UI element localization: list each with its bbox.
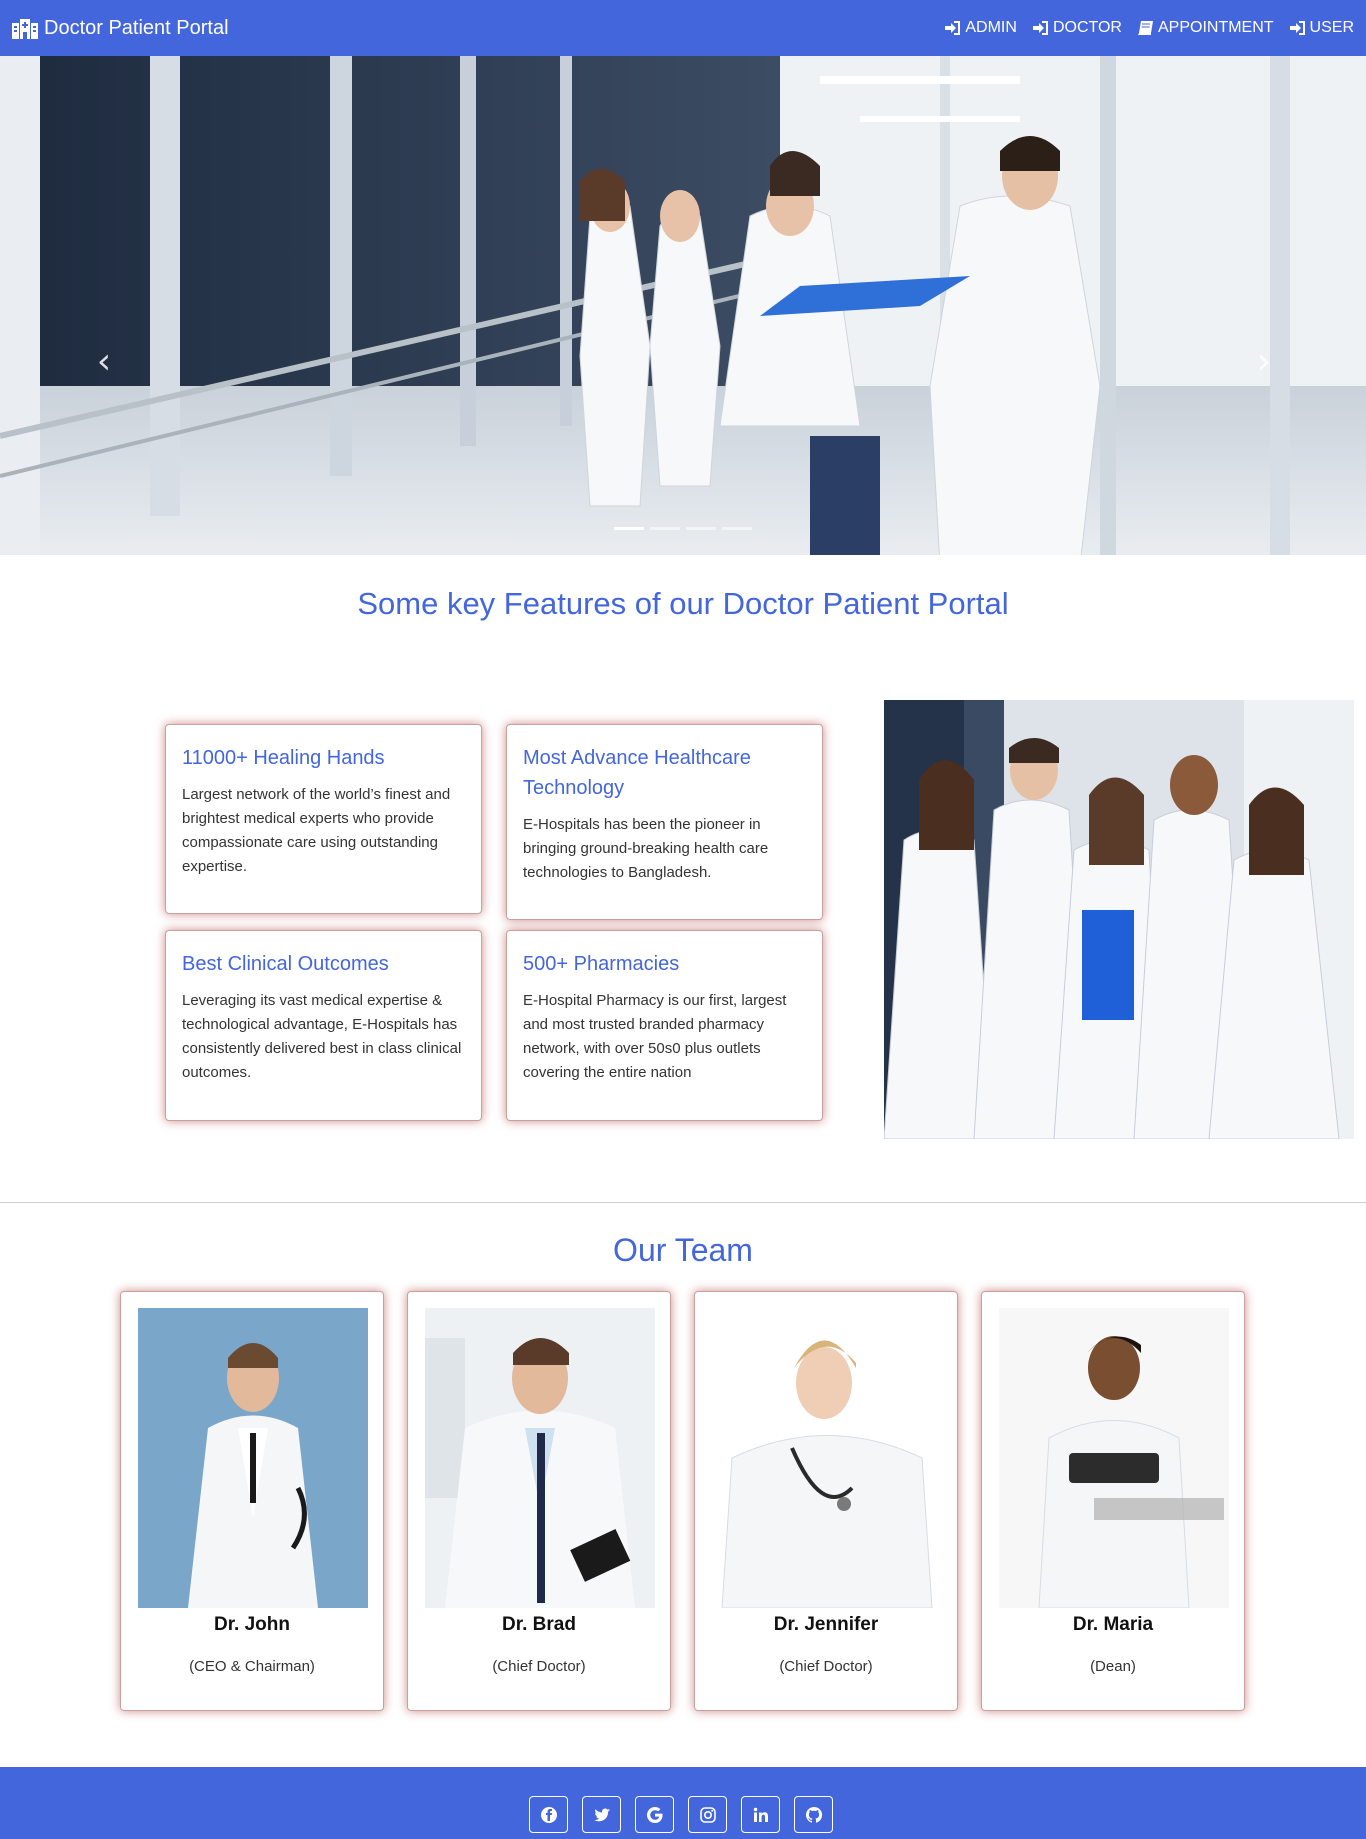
team-card: Dr. Jennifer (Chief Doctor) — [694, 1291, 958, 1711]
twitter-icon — [593, 1808, 610, 1821]
nav-user-link[interactable]: USER — [1289, 19, 1354, 37]
team-card: Dr. John (CEO & Chairman) — [120, 1291, 384, 1711]
carousel-indicators — [614, 527, 752, 530]
hero-photo — [0, 56, 1366, 555]
team-member-role: (CEO & Chairman) — [189, 1658, 315, 1675]
instagram-button[interactable] — [688, 1796, 727, 1833]
navbar: Doctor Patient Portal ADMIN DOCTOR APPOI… — [0, 0, 1366, 56]
book-icon — [1137, 21, 1153, 35]
social-links — [529, 1796, 833, 1833]
linkedin-button[interactable] — [741, 1796, 780, 1833]
github-icon — [805, 1806, 822, 1823]
github-button[interactable] — [794, 1796, 833, 1833]
feature-card: Most Advance Healthcare Technology E-Hos… — [506, 724, 823, 920]
feature-card-text: Largest network of the world’s finest an… — [182, 786, 451, 875]
linkedin-icon — [753, 1807, 768, 1822]
brand[interactable]: Doctor Patient Portal — [12, 17, 229, 40]
team-member-name: Dr. Jennifer — [773, 1614, 879, 1635]
feature-card: 11000+ Healing Hands Largest network of … — [165, 724, 482, 914]
carousel-indicator-4[interactable] — [722, 527, 752, 530]
google-icon — [646, 1806, 662, 1823]
features-title: Some key Features of our Doctor Patient … — [357, 586, 1009, 621]
nav-links: ADMIN DOCTOR APPOINTMENT USER — [945, 19, 1354, 37]
hero-carousel[interactable]: ‹ › — [0, 56, 1366, 555]
feature-card-text: E-Hospitals has been the pioneer in brin… — [523, 816, 769, 881]
carousel-indicator-2[interactable] — [650, 527, 680, 530]
twitter-button[interactable] — [582, 1796, 621, 1833]
feature-card: 500+ Pharmacies E-Hospital Pharmacy is o… — [506, 930, 823, 1121]
hospital-icon — [12, 19, 38, 39]
feature-card-title: Most Advance Healthcare Technology — [523, 747, 751, 799]
section-divider — [0, 1202, 1366, 1203]
feature-card-title: Best Clinical Outcomes — [182, 953, 389, 975]
nav-admin-label: ADMIN — [965, 19, 1017, 36]
carousel-indicator-3[interactable] — [686, 527, 716, 530]
doctor-photo — [712, 1308, 942, 1608]
feature-card: Best Clinical Outcomes Leveraging its va… — [165, 930, 482, 1121]
nav-user-label: USER — [1309, 19, 1354, 36]
team-member-name: Dr. Brad — [502, 1614, 576, 1635]
doctor-photo — [138, 1308, 368, 1608]
sign-in-icon — [1289, 21, 1305, 35]
facebook-button[interactable] — [529, 1796, 568, 1833]
google-button[interactable] — [635, 1796, 674, 1833]
doctor-photo — [425, 1308, 655, 1608]
nav-admin-link[interactable]: ADMIN — [945, 19, 1017, 37]
team-member-role: (Dean) — [1090, 1658, 1136, 1675]
sign-in-icon — [1032, 21, 1048, 35]
instagram-icon — [699, 1806, 716, 1823]
doctors-group-photo — [884, 700, 1354, 1139]
sign-in-icon — [945, 21, 961, 35]
team-member-role: (Chief Doctor) — [779, 1658, 873, 1675]
team-member-name: Dr. John — [213, 1614, 290, 1635]
carousel-indicator-1[interactable] — [614, 527, 644, 530]
carousel-prev-button[interactable]: ‹ — [84, 336, 124, 386]
facebook-icon — [540, 1806, 557, 1823]
team-member-role: (Chief Doctor) — [492, 1658, 586, 1675]
feature-card-title: 500+ Pharmacies — [523, 953, 680, 975]
feature-card-text: Leveraging its vast medical expertise & … — [182, 992, 462, 1081]
carousel-next-button[interactable]: › — [1244, 336, 1284, 386]
team-card: Dr. Maria (Dean) — [981, 1291, 1245, 1711]
nav-appointment-label: APPOINTMENT — [1157, 19, 1274, 36]
feature-card-text: E-Hospital Pharmacy is our first, larges… — [523, 992, 787, 1081]
feature-card-title: 11000+ Healing Hands — [182, 747, 385, 769]
team-member-name: Dr. Maria — [1072, 1614, 1154, 1635]
team-title: Our Team — [613, 1232, 753, 1268]
nav-doctor-label: DOCTOR — [1052, 19, 1122, 36]
doctor-photo — [999, 1308, 1229, 1608]
brand-label: Doctor Patient Portal — [44, 16, 229, 39]
chevron-left-icon: ‹ — [96, 340, 112, 382]
nav-doctor-link[interactable]: DOCTOR — [1032, 19, 1122, 37]
team-card: Dr. Brad (Chief Doctor) — [407, 1291, 671, 1711]
nav-appointment-link[interactable]: APPOINTMENT — [1137, 19, 1274, 37]
chevron-right-icon: › — [1256, 340, 1272, 382]
